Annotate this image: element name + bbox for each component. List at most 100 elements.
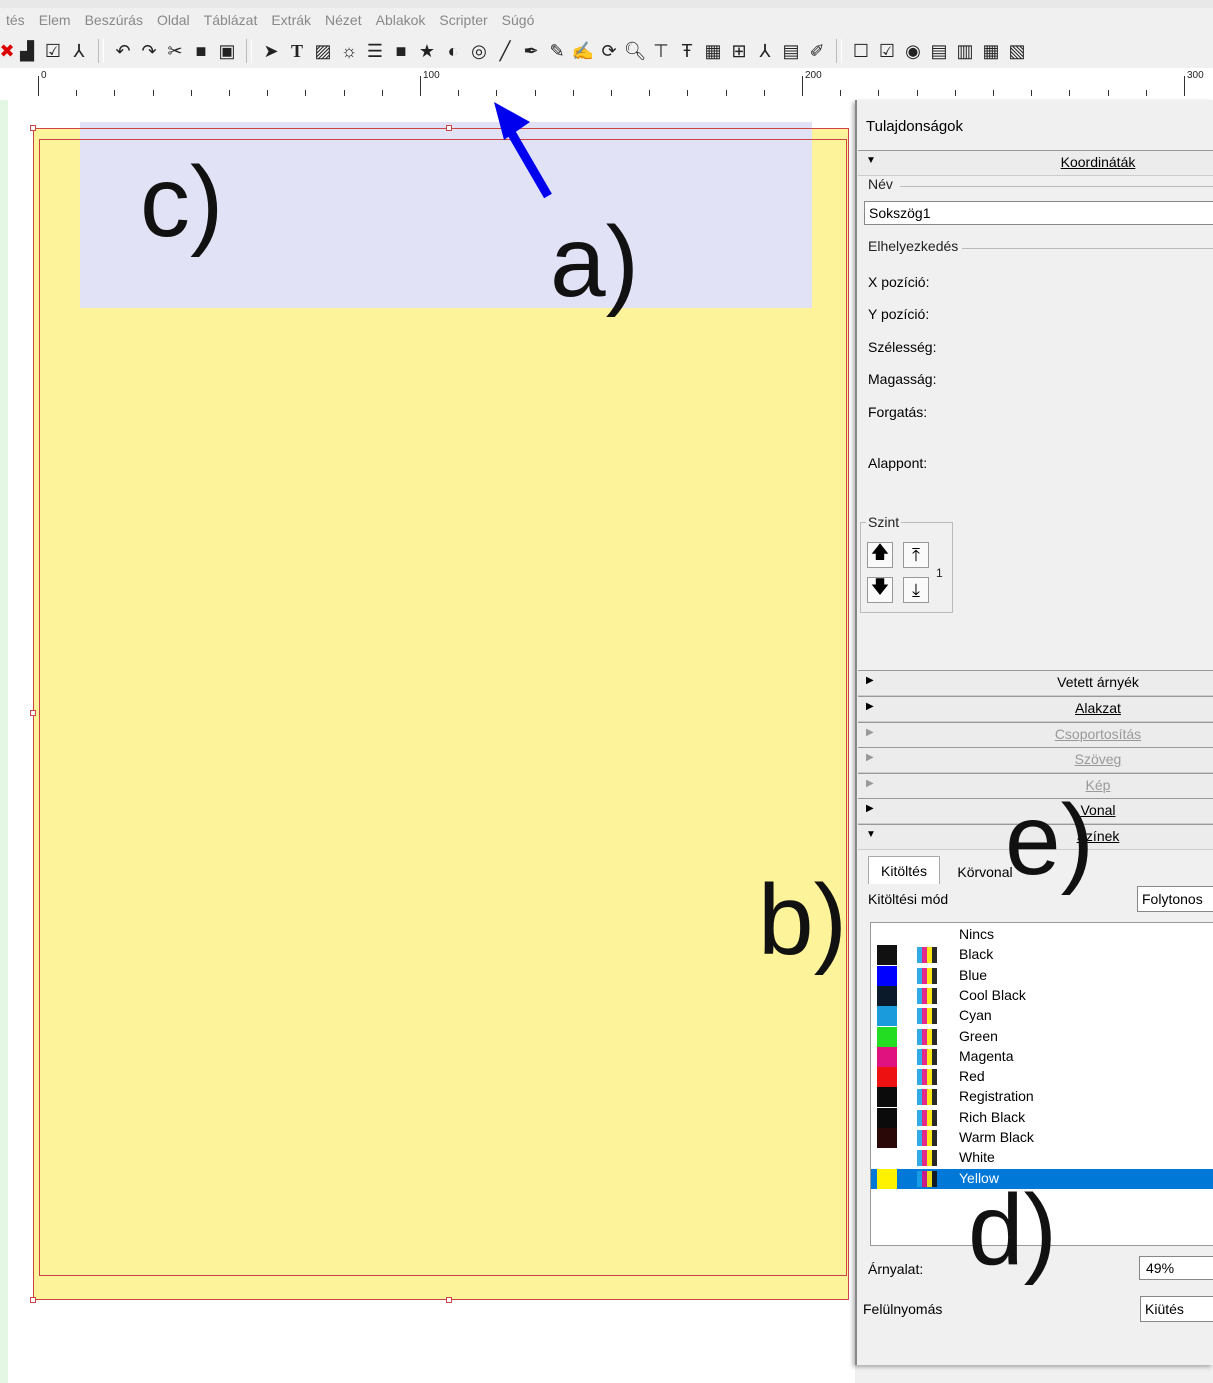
pdf-button-icon[interactable]: ☐ [848, 37, 874, 65]
ruler-tick [1069, 90, 1070, 96]
color-type-icon [917, 947, 937, 964]
tab-fill[interactable]: Kitöltés [868, 856, 940, 884]
section-shape[interactable]: ▶ Alakzat [858, 696, 1213, 722]
lower-level-icon[interactable]: 🡇 [867, 577, 893, 603]
menu-insert[interactable]: Beszúrás [79, 12, 151, 28]
render-frame-icon[interactable]: ☼ [336, 37, 362, 65]
color-swatch [877, 1128, 897, 1148]
toolbar-separator [836, 39, 842, 63]
menu-extras[interactable]: Extrák [265, 12, 319, 28]
name-group-label: Név [868, 176, 893, 192]
menu-view[interactable]: Nézet [319, 12, 370, 28]
image-frame-icon[interactable]: ▨ [310, 37, 336, 65]
ruler-label: 0 [41, 70, 47, 81]
lower-to-bottom-icon[interactable]: ⤓ [903, 577, 929, 603]
pdf-combobox-icon[interactable]: ▥ [952, 37, 978, 65]
preflight-icon[interactable]: ☑ [40, 37, 66, 65]
color-list-item[interactable]: Black [871, 945, 1213, 966]
section-shadow[interactable]: ▶ Vetett árnyék [858, 670, 1213, 696]
color-list-item[interactable]: Rich Black [871, 1107, 1213, 1128]
overprint-select[interactable]: Kiütés [1140, 1296, 1213, 1322]
story-editor-icon[interactable]: Ŧ [674, 37, 700, 65]
calligraphic-icon[interactable]: ✍ [570, 37, 596, 65]
section-text-label: Szöveg [1074, 751, 1122, 767]
color-list-item[interactable]: Magenta [871, 1046, 1213, 1067]
select-pointer-icon[interactable]: ➤ [258, 37, 284, 65]
pdf-annotation-icon[interactable]: ▧ [1004, 37, 1030, 65]
raise-level-icon[interactable]: 🡅 [867, 542, 893, 568]
freehand-icon[interactable]: ✎ [544, 37, 570, 65]
color-list-item[interactable]: Registration [871, 1087, 1213, 1108]
edit-text-icon[interactable]: ⊤ [648, 37, 674, 65]
horizontal-ruler[interactable]: 0 100 200 300 [0, 68, 1213, 101]
resize-handle[interactable] [30, 125, 36, 131]
pdf-listbox-icon[interactable]: ▦ [978, 37, 1004, 65]
menu-item[interactable]: Elem [33, 12, 79, 28]
print-icon[interactable]: ▟ [14, 37, 40, 65]
annotation-label-d: d) [968, 1174, 1057, 1286]
copy-properties-icon[interactable]: ▤ [778, 37, 804, 65]
menu-scripter[interactable]: Scripter [433, 12, 495, 28]
ruler-tick [76, 90, 77, 96]
measurements-icon[interactable]: ⅄ [752, 37, 778, 65]
undo-icon[interactable]: ↶ [110, 37, 136, 65]
ruler-tick [153, 90, 154, 96]
color-list-item[interactable]: Blue [871, 965, 1213, 986]
resize-handle[interactable] [446, 125, 452, 131]
rotation-label: Forgatás: [868, 404, 928, 420]
rotate-icon[interactable]: ⟳ [596, 37, 622, 65]
menu-windows[interactable]: Ablakok [370, 12, 434, 28]
color-type-icon [917, 967, 937, 984]
eyedropper-icon[interactable]: ✐ [804, 37, 830, 65]
pdf-radio-icon[interactable]: ◉ [900, 37, 926, 65]
menu-table[interactable]: Táblázat [198, 12, 266, 28]
paste-icon[interactable]: ▣ [214, 37, 240, 65]
pdf-checkbox-icon[interactable]: ☑ [874, 37, 900, 65]
shade-spinbox[interactable]: 49% [1139, 1256, 1213, 1280]
ruler-tick [382, 90, 383, 96]
resize-handle[interactable] [30, 1297, 36, 1303]
resize-handle[interactable] [30, 710, 36, 716]
pdf-textfield-icon[interactable]: ▤ [926, 37, 952, 65]
overprint-label: Felülnyomás [863, 1301, 943, 1317]
menu-help[interactable]: Súgó [496, 12, 543, 28]
link-frames-icon[interactable]: ▦ [700, 37, 726, 65]
section-coordinates[interactable]: ▼ Koordináták [858, 150, 1213, 176]
close-icon[interactable]: ✖ [0, 37, 15, 65]
polygon-star-icon[interactable]: ★ [414, 37, 440, 65]
unlink-frames-icon[interactable]: ⊞ [726, 37, 752, 65]
color-list-item[interactable]: Warm Black [871, 1128, 1213, 1148]
bezier-icon[interactable]: ✒ [518, 37, 544, 65]
color-list-item[interactable]: Cool Black [871, 985, 1213, 1006]
fill-mode-select[interactable]: Folytonos [1137, 886, 1213, 912]
text-frame-icon[interactable]: T [284, 37, 310, 65]
pdf-export-icon[interactable]: ⅄ [66, 37, 92, 65]
resize-handle[interactable] [446, 1297, 452, 1303]
copy-icon[interactable]: ■ [188, 37, 214, 65]
menu-file[interactable]: tés [0, 12, 33, 28]
cut-icon[interactable]: ✂ [162, 37, 188, 65]
color-list-item[interactable]: Nincs [871, 925, 1213, 945]
menu-page[interactable]: Oldal [151, 12, 198, 28]
color-swatch [877, 985, 897, 1006]
spiral-icon[interactable]: ◎ [466, 37, 492, 65]
section-text: ▶ Szöveg [858, 747, 1213, 773]
redo-icon[interactable]: ↷ [136, 37, 162, 65]
ruler-tick [1108, 90, 1109, 96]
color-name: Magenta [959, 1047, 1014, 1064]
color-list-item[interactable]: Green [871, 1026, 1213, 1047]
line-icon[interactable]: ╱ [492, 37, 518, 65]
table-icon[interactable]: ☰ [362, 37, 388, 65]
zoom-icon[interactable]: 🔍︎ [622, 37, 648, 65]
color-list-item[interactable]: Red [871, 1067, 1213, 1088]
ruler-tick [764, 90, 765, 96]
raise-to-top-icon[interactable]: ⤒ [903, 542, 929, 568]
section-grouping: ▶ Csoportosítás [858, 722, 1213, 748]
shape-icon[interactable]: ■ [388, 37, 414, 65]
arc-icon[interactable]: ◐ [440, 37, 466, 65]
color-list-item[interactable]: White [871, 1148, 1213, 1169]
color-type-icon [917, 1069, 937, 1086]
ruler-tick [114, 90, 115, 96]
color-list-item[interactable]: Cyan [871, 1006, 1213, 1027]
name-field[interactable]: Sokszög1 [864, 201, 1213, 225]
